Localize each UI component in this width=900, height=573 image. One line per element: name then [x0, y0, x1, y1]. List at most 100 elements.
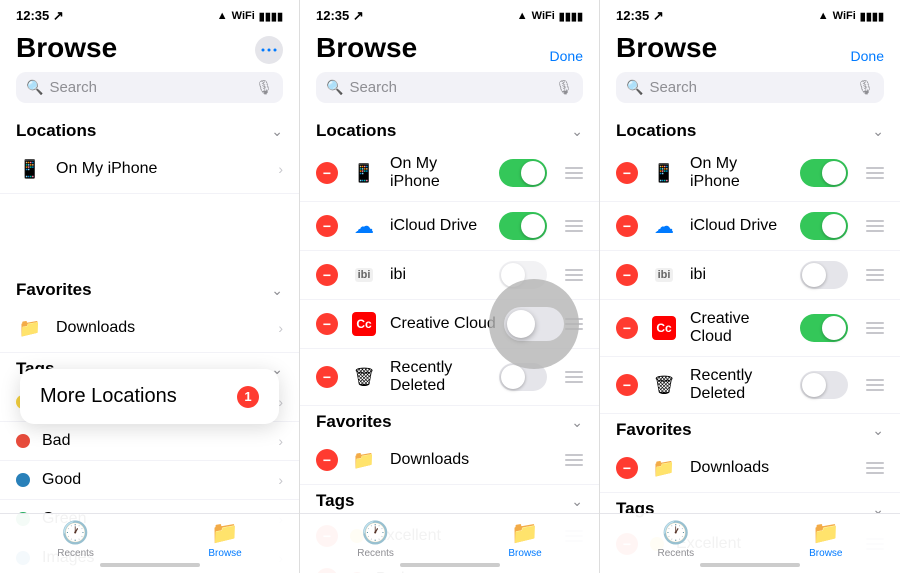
locations-chevron-3[interactable]: ⌄: [872, 123, 884, 140]
browse-title-2: Browse: [316, 32, 417, 64]
remove-btn-iphone-3[interactable]: −: [616, 162, 638, 184]
remove-btn-downloads-2[interactable]: −: [316, 449, 338, 471]
tab-browse-3[interactable]: 📁 Browse: [809, 520, 842, 559]
status-icons-2: ▲WiFi▮▮▮▮: [517, 10, 583, 23]
creative-cloud-label-3: Creative Cloud: [690, 310, 788, 346]
tab-browse-1[interactable]: 📁 Browse: [208, 520, 241, 559]
mic-icon-3: 🎙: [856, 79, 874, 96]
on-my-iphone-item-1[interactable]: 📱 On My iPhone ›: [0, 145, 299, 194]
tab-recents-3[interactable]: 🕐 Recents: [657, 520, 694, 559]
recently-deleted-item-3[interactable]: − 🗑 Recently Deleted: [600, 357, 900, 414]
tag-bad-1[interactable]: Bad ›: [0, 422, 299, 461]
favorites-chevron-3[interactable]: ⌄: [872, 422, 884, 439]
tab-browse-2[interactable]: 📁 Browse: [508, 520, 541, 559]
trash-icon-3: 🗑: [650, 371, 678, 399]
locations-chevron-1[interactable]: ⌄: [271, 123, 283, 140]
creative-cloud-icon-2: Cc: [350, 310, 378, 338]
search-bar-1[interactable]: 🔍 Search 🎙: [16, 72, 283, 103]
creative-cloud-item-2[interactable]: − Cc Creative Cloud: [300, 300, 599, 349]
cloud-icon-3: ☁: [650, 212, 678, 240]
search-placeholder-3: Search: [649, 79, 850, 96]
browse-icon-2: 📁: [511, 520, 538, 546]
icloud-item-3[interactable]: − ☁ iCloud Drive: [600, 202, 900, 251]
status-bar-3: 12:35 ↗ ▲WiFi▮▮▮▮: [600, 0, 900, 28]
toggle-knob-icloud-2: [521, 214, 545, 238]
favorites-chevron-1[interactable]: ⌄: [271, 282, 283, 299]
tag-good-1[interactable]: Good ›: [0, 461, 299, 500]
remove-btn-deleted-3[interactable]: −: [616, 374, 638, 396]
recents-label-2: Recents: [357, 548, 394, 559]
browse-icon-1: 📁: [211, 520, 238, 546]
downloads-folder-icon-1: 📁: [16, 314, 44, 342]
downloads-folder-icon-3: 📁: [650, 454, 678, 482]
creative-cloud-item-3[interactable]: − Cc Creative Cloud: [600, 300, 900, 357]
downloads-chevron-1: ›: [278, 320, 283, 336]
zoomed-toggle-overlay-2: [489, 279, 579, 369]
done-button-2[interactable]: Done: [550, 48, 583, 64]
favorites-chevron-2[interactable]: ⌄: [571, 414, 583, 431]
remove-btn-deleted-2[interactable]: −: [316, 366, 338, 388]
toggle-creative-3[interactable]: [800, 314, 848, 342]
status-bar-1: 12:35 ↗ ▲WiFi▮▮▮▮: [0, 0, 299, 28]
toggle-iphone-3[interactable]: [800, 159, 848, 187]
drag-handle-icloud-3[interactable]: [866, 220, 884, 232]
toggle-ibi-3[interactable]: [800, 261, 848, 289]
mic-icon-2: 🎙: [555, 79, 573, 96]
header-1: Browse: [0, 28, 299, 72]
chevron-right-1: ›: [278, 161, 283, 177]
search-bar-3[interactable]: 🔍 Search 🎙: [616, 72, 884, 103]
icloud-item-2[interactable]: − ☁ iCloud Drive: [300, 202, 599, 251]
icloud-label-3: iCloud Drive: [690, 217, 788, 235]
on-my-iphone-label-1: On My iPhone: [56, 160, 266, 178]
recently-deleted-label-2: Recently Deleted: [390, 359, 487, 395]
toggle-icloud-3[interactable]: [800, 212, 848, 240]
on-my-iphone-item-3[interactable]: − 📱 On My iPhone: [600, 145, 900, 202]
zoomed-toggle-2[interactable]: [504, 307, 564, 341]
drag-handle-deleted-3[interactable]: [866, 379, 884, 391]
drag-handle-ibi-2[interactable]: [565, 269, 583, 281]
ibi-item-3[interactable]: − ibi ibi: [600, 251, 900, 300]
downloads-item-1[interactable]: 📁 Downloads ›: [0, 304, 299, 353]
downloads-label-2: Downloads: [390, 451, 547, 469]
more-options-button[interactable]: [255, 36, 283, 64]
toggle-iphone-2[interactable]: [499, 159, 547, 187]
more-locations-button[interactable]: More Locations 1: [20, 369, 279, 424]
on-my-iphone-item-2[interactable]: − 📱 On My iPhone: [300, 145, 599, 202]
downloads-item-2[interactable]: − 📁 Downloads: [300, 436, 599, 485]
drag-handle-ibi-3[interactable]: [866, 269, 884, 281]
recents-label-1: Recents: [57, 548, 94, 559]
drag-handle-deleted-2[interactable]: [565, 371, 583, 383]
search-icon-2: 🔍: [326, 79, 343, 96]
done-button-3[interactable]: Done: [851, 48, 884, 64]
remove-btn-downloads-3[interactable]: −: [616, 457, 638, 479]
trash-icon-2: 🗑: [350, 363, 378, 391]
tag-chevron-excellent-1: ›: [278, 394, 283, 410]
drag-handle-iphone-2[interactable]: [565, 167, 583, 179]
remove-btn-ibi-3[interactable]: −: [616, 264, 638, 286]
drag-handle-downloads-3[interactable]: [866, 462, 884, 474]
toggle-deleted-3[interactable]: [800, 371, 848, 399]
toggle-knob-deleted-3: [802, 373, 826, 397]
drag-handle-iphone-3[interactable]: [866, 167, 884, 179]
tags-chevron-2[interactable]: ⌄: [571, 493, 583, 510]
remove-btn-icloud-3[interactable]: −: [616, 215, 638, 237]
toggle-knob-icloud-3: [822, 214, 846, 238]
downloads-item-3[interactable]: − 📁 Downloads: [600, 444, 900, 493]
tab-recents-1[interactable]: 🕐 Recents: [57, 520, 94, 559]
locations-chevron-2[interactable]: ⌄: [571, 123, 583, 140]
remove-btn-iphone-2[interactable]: −: [316, 162, 338, 184]
tag-chevron-good-1: ›: [278, 472, 283, 488]
tab-recents-2[interactable]: 🕐 Recents: [357, 520, 394, 559]
status-time: 12:35 ↗: [16, 8, 64, 24]
home-indicator-3: [700, 563, 800, 567]
toggle-icloud-2[interactable]: [499, 212, 547, 240]
drag-handle-creative-3[interactable]: [866, 322, 884, 334]
search-bar-2[interactable]: 🔍 Search 🎙: [316, 72, 583, 103]
drag-handle-downloads-2[interactable]: [565, 454, 583, 466]
remove-btn-creative-3[interactable]: −: [616, 317, 638, 339]
remove-btn-icloud-2[interactable]: −: [316, 215, 338, 237]
remove-btn-ibi-2[interactable]: −: [316, 264, 338, 286]
remove-btn-creative-2[interactable]: −: [316, 313, 338, 335]
ibi-icon-2: ibi: [350, 261, 378, 289]
drag-handle-icloud-2[interactable]: [565, 220, 583, 232]
